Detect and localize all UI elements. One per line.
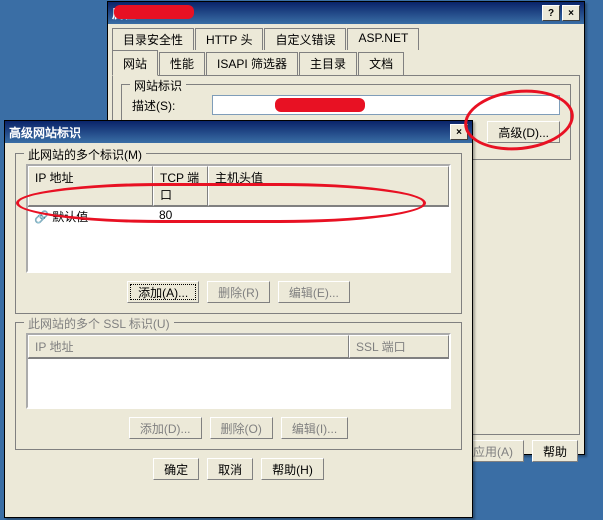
column-ip[interactable]: IP 地址 (28, 166, 153, 206)
tabstrip: 目录安全性 HTTP 头 自定义错误 ASP.NET 网站 性能 ISAPI 筛… (108, 24, 584, 76)
remove-button: 删除(O) (210, 417, 273, 439)
edit-button[interactable]: 编辑(E)... (278, 281, 350, 303)
edit-button: 编辑(I)... (281, 417, 348, 439)
column-ssl-ip: IP 地址 (28, 335, 349, 358)
window-title: 高级网站标识 (9, 124, 81, 141)
add-button[interactable]: 添加(A)... (127, 281, 199, 303)
tab-website[interactable]: 网站 (112, 50, 158, 76)
add-button: 添加(D)... (129, 417, 202, 439)
tab-performance[interactable]: 性能 (159, 52, 205, 76)
window-title: 属性 (112, 5, 136, 22)
close-button[interactable]: × (562, 5, 580, 21)
tab-documents[interactable]: 文档 (358, 52, 404, 76)
ok-button[interactable]: 确定 (153, 458, 199, 480)
dialog-button-row: 确定 取消 帮助(H) (15, 458, 462, 480)
group-legend: 网站标识 (130, 77, 186, 94)
multi-identity-group: 此网站的多个标识(M) IP 地址 TCP 端口 主机头值 🔗 默认值 80 (15, 153, 462, 314)
advanced-website-identity-window: 高级网站标识 × 此网站的多个标识(M) IP 地址 TCP 端口 主机头值 🔗… (4, 120, 473, 518)
description-input[interactable] (212, 95, 560, 115)
cell-port: 80 (159, 208, 214, 225)
help-button[interactable]: ? (542, 5, 560, 21)
column-tcp-port[interactable]: TCP 端口 (153, 166, 208, 206)
column-host-header[interactable]: 主机头值 (208, 166, 449, 206)
group-legend: 此网站的多个 SSL 标识(U) (24, 315, 174, 332)
tab-http-headers[interactable]: HTTP 头 (195, 28, 263, 50)
tab-directory-security[interactable]: 目录安全性 (112, 28, 194, 50)
tab-isapi[interactable]: ISAPI 筛选器 (206, 52, 298, 76)
description-label: 描述(S): (132, 97, 212, 114)
network-icon: 🔗 (34, 210, 49, 224)
ssl-identity-table: IP 地址 SSL 端口 (26, 333, 451, 409)
titlebar: 高级网站标识 × (5, 121, 472, 143)
remove-button[interactable]: 删除(R) (207, 281, 270, 303)
help-button[interactable]: 帮助(H) (261, 458, 324, 480)
cell-host (214, 208, 443, 225)
tab-aspnet[interactable]: ASP.NET (347, 28, 419, 50)
tab-custom-errors[interactable]: 自定义错误 (264, 28, 346, 50)
column-ssl-port: SSL 端口 (349, 335, 449, 358)
close-button[interactable]: × (450, 124, 468, 140)
cancel-button[interactable]: 取消 (207, 458, 253, 480)
help-button[interactable]: 帮助 (532, 440, 578, 462)
cell-ip: 默认值 (52, 210, 88, 224)
tab-home-directory[interactable]: 主目录 (299, 52, 357, 76)
ssl-identity-group: 此网站的多个 SSL 标识(U) IP 地址 SSL 端口 添加(D)... 删… (15, 322, 462, 450)
table-row[interactable]: 🔗 默认值 80 (28, 207, 449, 226)
group-legend: 此网站的多个标识(M) (24, 146, 146, 163)
advanced-button[interactable]: 高级(D)... (487, 121, 560, 143)
identity-table[interactable]: IP 地址 TCP 端口 主机头值 🔗 默认值 80 (26, 164, 451, 273)
titlebar: 属性 ? × (108, 2, 584, 24)
